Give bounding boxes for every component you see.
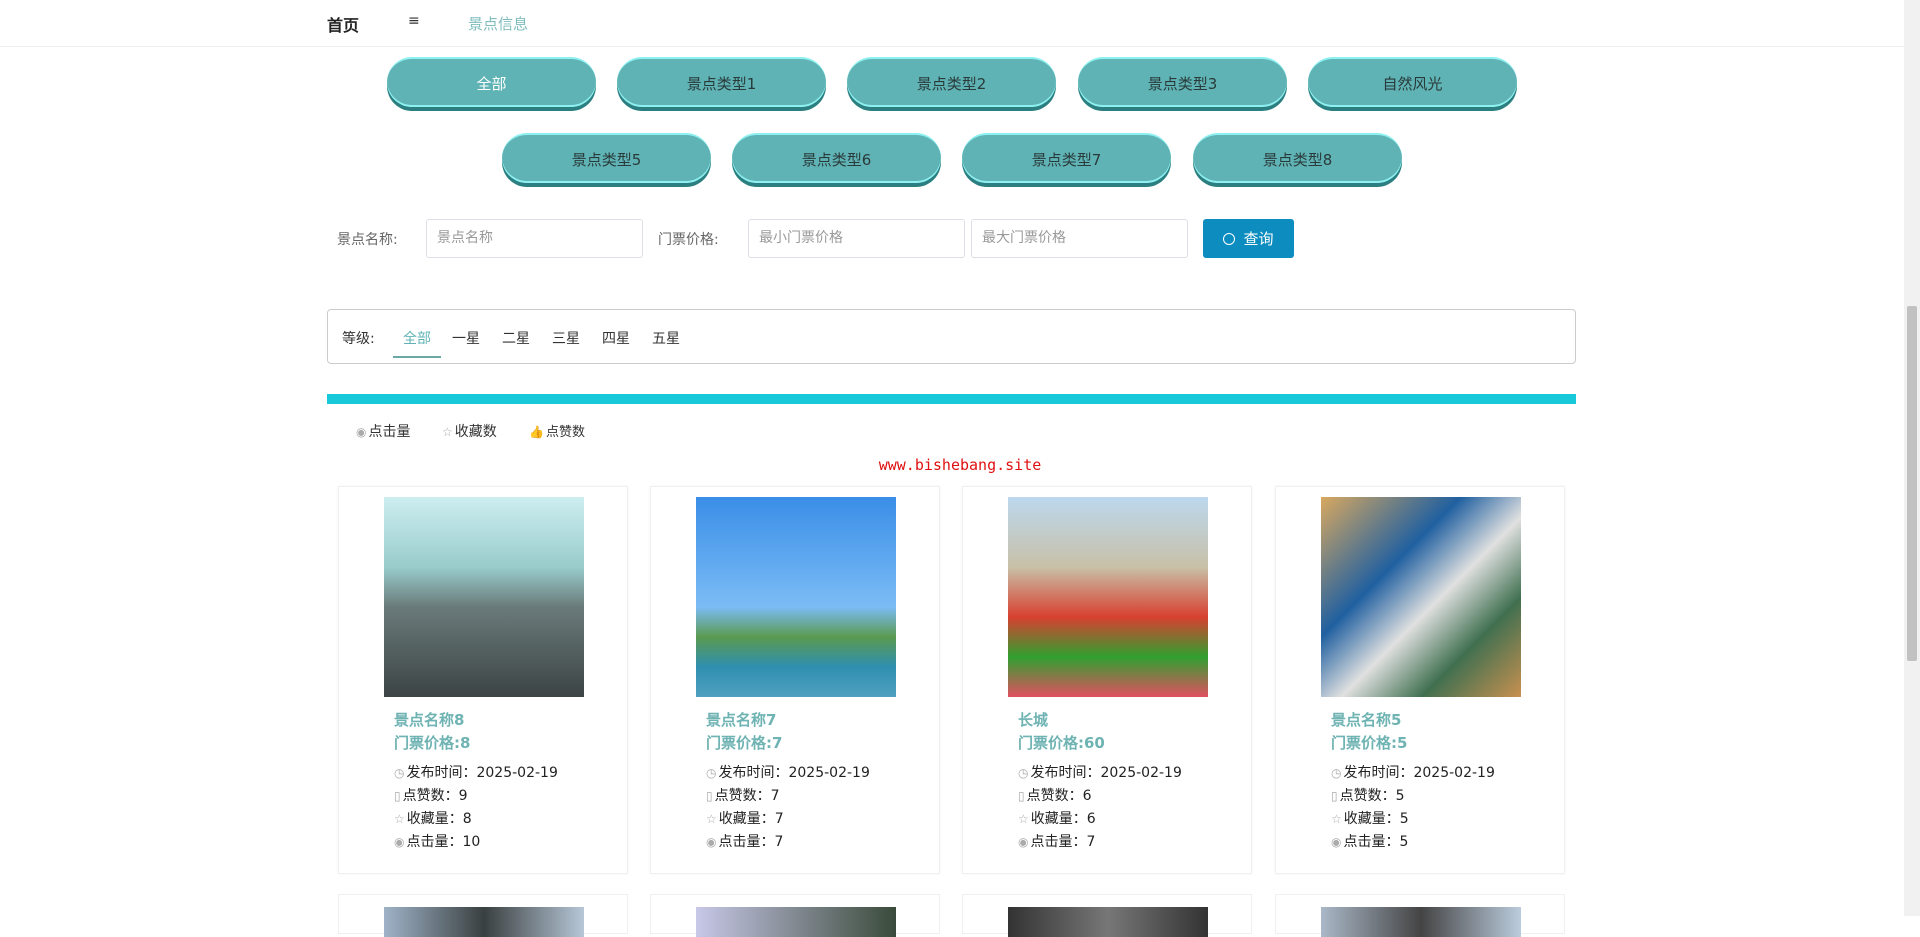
scenic-image[interactable]	[1321, 497, 1521, 697]
star-icon: ☆	[442, 425, 453, 439]
ticket-price: 门票价格:60	[1018, 732, 1105, 753]
ticket-price: 门票价格:7	[706, 732, 782, 753]
likes-count: 点赞数：7	[715, 788, 780, 804]
category-type7[interactable]: 景点类型7	[962, 133, 1171, 183]
scenic-image[interactable]	[1008, 497, 1208, 697]
scrollbar-thumb[interactable]	[1907, 306, 1917, 661]
sort-clicks[interactable]: ◉点击量	[356, 421, 410, 441]
min-price-input[interactable]: 最小门票价格	[748, 219, 965, 258]
scenic-name[interactable]: 景点名称5	[1331, 709, 1401, 730]
eye-icon: ◉	[1331, 835, 1341, 849]
favorites-count: 收藏量：8	[407, 811, 472, 827]
likes-count: 点赞数：9	[403, 788, 468, 804]
search-button[interactable]: 查询	[1203, 219, 1294, 258]
clicks-count: 点击量：10	[406, 834, 480, 850]
scenic-name[interactable]: 景点名称8	[394, 709, 464, 730]
thumb-up-icon: 👍	[529, 425, 544, 439]
sort-favorites-label: 收藏数	[455, 424, 497, 440]
scenic-image[interactable]	[384, 497, 584, 697]
scenic-image[interactable]	[696, 497, 896, 697]
level-2[interactable]: 二星	[502, 328, 530, 348]
ticket-price: 门票价格:8	[394, 732, 470, 753]
clock-icon: ◷	[1018, 766, 1028, 780]
scenic-card[interactable]: 景点名称8 门票价格:8 ◷发布时间：2025-02-19 ▯点赞数：9 ☆收藏…	[338, 486, 628, 874]
breadcrumb[interactable]: 景点信息	[468, 13, 528, 34]
top-nav: 首页 ≡ 景点信息	[0, 0, 1904, 47]
scenic-card-partial[interactable]	[962, 894, 1252, 934]
scenic-image[interactable]	[1008, 907, 1208, 937]
category-type8[interactable]: 景点类型8	[1193, 133, 1402, 183]
star-icon: ☆	[394, 812, 405, 826]
level-all[interactable]: 全部	[393, 328, 441, 358]
favorites-count: 收藏量：6	[1031, 811, 1096, 827]
scenic-image[interactable]	[696, 907, 896, 937]
publish-date: 发布时间：2025-02-19	[406, 765, 557, 781]
name-input[interactable]: 景点名称	[426, 219, 643, 258]
category-type1[interactable]: 景点类型1	[617, 57, 826, 107]
publish-date: 发布时间：2025-02-19	[1030, 765, 1181, 781]
clock-icon: ◷	[1331, 766, 1341, 780]
eye-icon: ◉	[394, 835, 404, 849]
sort-clicks-label: 点击量	[368, 424, 410, 440]
clicks-count: 点击量：7	[1030, 834, 1095, 850]
scenic-card-partial[interactable]	[1275, 894, 1565, 934]
category-type5[interactable]: 景点类型5	[502, 133, 711, 183]
scenic-image[interactable]	[384, 907, 584, 937]
thumb-up-icon: ▯	[1331, 789, 1338, 803]
clock-icon: ◷	[706, 766, 716, 780]
star-icon: ☆	[1018, 812, 1029, 826]
nav-home-link[interactable]: 首页	[327, 12, 359, 36]
sort-likes[interactable]: 👍点赞数	[529, 421, 585, 440]
favorites-count: 收藏量：7	[719, 811, 784, 827]
name-label: 景点名称:	[337, 229, 398, 249]
category-nature[interactable]: 自然风光	[1308, 57, 1517, 107]
level-1[interactable]: 一星	[452, 328, 480, 348]
favorites-count: 收藏量：5	[1344, 811, 1409, 827]
category-type6[interactable]: 景点类型6	[732, 133, 941, 183]
clock-icon: ◷	[394, 766, 404, 780]
eye-icon: ◉	[356, 425, 366, 439]
scenic-card[interactable]: 景点名称5 门票价格:5 ◷发布时间：2025-02-19 ▯点赞数：5 ☆收藏…	[1275, 486, 1565, 874]
category-type3[interactable]: 景点类型3	[1078, 57, 1287, 107]
scenic-card[interactable]: 长城 门票价格:60 ◷发布时间：2025-02-19 ▯点赞数：6 ☆收藏量：…	[962, 486, 1252, 874]
thumb-up-icon: ▯	[706, 789, 713, 803]
clicks-count: 点击量：5	[1343, 834, 1408, 850]
level-4[interactable]: 四星	[602, 328, 630, 348]
scenic-name[interactable]: 长城	[1018, 709, 1048, 730]
menu-icon[interactable]: ≡	[408, 13, 420, 29]
scenic-card[interactable]: 景点名称7 门票价格:7 ◷发布时间：2025-02-19 ▯点赞数：7 ☆收藏…	[650, 486, 940, 874]
publish-date: 发布时间：2025-02-19	[1343, 765, 1494, 781]
star-icon: ☆	[1331, 812, 1342, 826]
level-label: 等级:	[342, 328, 375, 348]
level-filter: 等级: 全部 一星 二星 三星 四星 五星	[327, 309, 1576, 364]
scenic-card-partial[interactable]	[338, 894, 628, 934]
likes-count: 点赞数：6	[1027, 788, 1092, 804]
sort-likes-label: 点赞数	[546, 425, 585, 440]
likes-count: 点赞数：5	[1340, 788, 1405, 804]
watermark: www.bishebang.site	[0, 456, 1920, 474]
ticket-price: 门票价格:5	[1331, 732, 1407, 753]
category-all[interactable]: 全部	[387, 57, 596, 107]
eye-icon: ◉	[706, 835, 716, 849]
divider-bar	[327, 394, 1576, 404]
eye-icon: ◉	[1018, 835, 1028, 849]
clicks-count: 点击量：7	[718, 834, 783, 850]
search-icon	[1223, 233, 1235, 245]
scenic-name[interactable]: 景点名称7	[706, 709, 776, 730]
publish-date: 发布时间：2025-02-19	[718, 765, 869, 781]
star-icon: ☆	[706, 812, 717, 826]
level-3[interactable]: 三星	[552, 328, 580, 348]
sort-favorites[interactable]: ☆收藏数	[442, 421, 497, 441]
max-price-input[interactable]: 最大门票价格	[971, 219, 1188, 258]
thumb-up-icon: ▯	[1018, 789, 1025, 803]
scenic-image[interactable]	[1321, 907, 1521, 937]
search-button-label: 查询	[1243, 228, 1273, 249]
price-label: 门票价格:	[658, 229, 719, 249]
thumb-up-icon: ▯	[394, 789, 401, 803]
level-5[interactable]: 五星	[652, 328, 680, 348]
scenic-card-partial[interactable]	[650, 894, 940, 934]
category-type2[interactable]: 景点类型2	[847, 57, 1056, 107]
